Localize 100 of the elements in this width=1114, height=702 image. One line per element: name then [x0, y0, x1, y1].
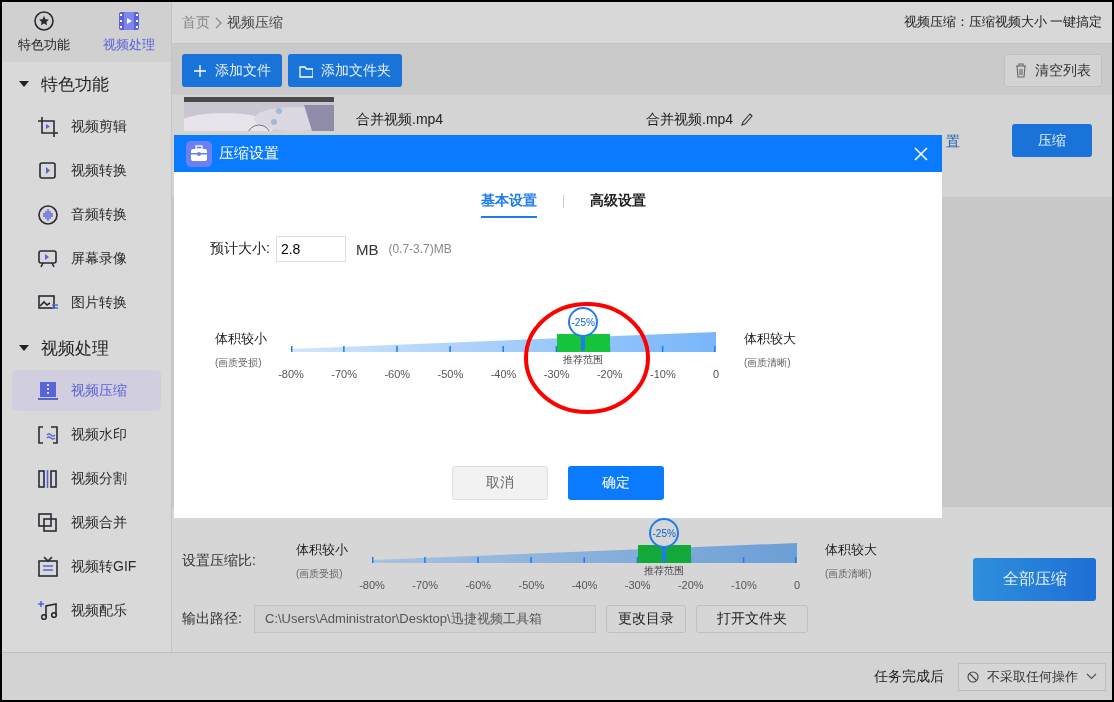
- sidebar-item[interactable]: 视频水印: [12, 414, 161, 455]
- slider-min-note: (画质受损): [215, 356, 263, 370]
- add-button[interactable]: 添加文件夹: [288, 54, 402, 87]
- prohibited-icon: [967, 670, 979, 683]
- tick-label: -50%: [437, 368, 464, 380]
- ratio-label: 设置压缩比:: [182, 551, 257, 570]
- tick-label: -70%: [331, 368, 357, 380]
- sidebar-item-label: 视频转GIF: [71, 557, 137, 576]
- tab[interactable]: 基本设置: [480, 192, 537, 218]
- tick-label: -80%: [278, 368, 304, 380]
- sidebar-item-label: 视频剪辑: [71, 117, 127, 136]
- size-field[interactable]: 2.8: [275, 236, 346, 262]
- group-header[interactable]: 特色功能: [2, 62, 171, 106]
- overlapping-squares-icon: [37, 511, 59, 534]
- sidebar-item-label: 屏幕录像: [71, 249, 127, 268]
- sidebar-item[interactable]: 视频转GIF: [12, 546, 161, 587]
- tick-label: -30%: [624, 579, 651, 591]
- output-path-field[interactable]: C:\Users\Administrator\Desktop\迅捷视频工具箱: [254, 605, 596, 633]
- slider-value-badge: -25%: [568, 307, 599, 337]
- tick-label: -70%: [412, 579, 438, 591]
- sidebar-tab[interactable]: 特色功能: [2, 2, 87, 62]
- sidebar-item[interactable]: 视频转换: [12, 150, 161, 191]
- sidebar-item[interactable]: 视频配乐: [12, 590, 161, 631]
- briefcase-icon: [186, 140, 212, 167]
- sidebar-item[interactable]: 视频分割: [12, 458, 161, 499]
- estimated-size-label: 预计大小:: [210, 240, 270, 258]
- sidebar-item[interactable]: 图片转换: [12, 282, 161, 323]
- sidebar-item[interactable]: 视频合并: [12, 502, 161, 543]
- group-header[interactable]: 视频处理: [2, 326, 171, 370]
- output-path-label: 输出路径:: [182, 610, 243, 628]
- slider-max-note: (画质清晰): [825, 567, 873, 581]
- after-task-label: 任务完成后: [874, 667, 944, 686]
- sidebar-item-label: 视频分割: [71, 469, 127, 488]
- compress-icon: [37, 379, 59, 402]
- output-file-name: 合并视频.mp4: [646, 111, 734, 129]
- screen-recorder-icon: [37, 247, 59, 270]
- header-tagline: 视频压缩：压缩视频大小 一键搞定: [903, 14, 1102, 31]
- confirm-button[interactable]: 确定: [568, 466, 664, 500]
- gif-tv-icon: [37, 555, 59, 578]
- tick-label: -10%: [650, 368, 676, 380]
- pencil-icon: [741, 113, 754, 127]
- tick-label: -20%: [596, 368, 623, 380]
- tick-label: -50%: [518, 579, 545, 591]
- convert-icon: [37, 159, 59, 182]
- caret-icon: [19, 80, 29, 88]
- recommended-range-label: 推荐范围: [562, 353, 605, 367]
- music-note-icon: [37, 599, 59, 622]
- plus-icon: [193, 63, 207, 78]
- tick-label: -20%: [677, 579, 704, 591]
- sidebar-item-label: 视频配乐: [71, 601, 127, 620]
- tick-label: -40%: [571, 579, 598, 591]
- slider-thumb[interactable]: [662, 548, 667, 562]
- slider-max-label: 体积较大: [744, 330, 797, 348]
- slider-max-label: 体积较大: [825, 541, 878, 559]
- tick-label: -60%: [384, 368, 411, 380]
- tick-label: -80%: [359, 579, 385, 591]
- recommended-range: [556, 334, 610, 352]
- after-task-dropdown[interactable]: 不采取任何操作: [958, 662, 1106, 691]
- settings-link[interactable]: 置: [946, 133, 960, 151]
- size-range: (0.7-3.7)MB: [388, 242, 452, 256]
- breadcrumb-link[interactable]: 视频压缩: [227, 13, 283, 32]
- chevron-down-icon: [1086, 673, 1097, 680]
- size-unit: MB: [355, 240, 379, 258]
- folder-icon: [299, 63, 313, 78]
- add-button[interactable]: 添加文件: [182, 54, 282, 87]
- clear-list-button[interactable]: 清空列表: [1004, 54, 1102, 87]
- recommended-range-label: 推荐范围: [643, 564, 686, 578]
- sidebar-item-label: 视频水印: [71, 425, 127, 444]
- change-directory-button[interactable]: 更改目录: [606, 605, 686, 633]
- slider-min-label: 体积较小: [215, 330, 268, 348]
- trash-icon: [1015, 63, 1027, 78]
- compress-button[interactable]: 压缩: [1012, 124, 1092, 157]
- tick-label: -40%: [490, 368, 517, 380]
- slider-max-note: (画质清晰): [744, 356, 792, 370]
- tab[interactable]: 高级设置: [589, 192, 646, 218]
- recommended-range: [637, 545, 691, 563]
- file-name: 合并视频.mp4: [356, 111, 445, 129]
- sidebar-item-label: 视频转换: [71, 161, 127, 180]
- slider-min-note: (画质受损): [296, 567, 344, 581]
- dialog-title: 压缩设置: [219, 144, 279, 163]
- tick-label: -60%: [465, 579, 492, 591]
- sidebar-item-label: 音频转换: [71, 205, 127, 224]
- split-icon: [37, 467, 59, 490]
- cancel-button[interactable]: 取消: [452, 466, 548, 500]
- sidebar-item[interactable]: 屏幕录像: [12, 238, 161, 279]
- sidebar-item-label: 视频合并: [71, 513, 127, 532]
- chevron-icon: [215, 16, 222, 29]
- caret-icon: [19, 344, 29, 352]
- open-folder-button[interactable]: 打开文件夹: [696, 605, 808, 633]
- compress-all-button[interactable]: 全部压缩: [973, 558, 1096, 601]
- group-label: 视频处理: [41, 337, 109, 360]
- slider-thumb[interactable]: [581, 337, 586, 351]
- sidebar-item-label: 图片转换: [71, 293, 127, 312]
- sidebar-item-label: 视频压缩: [71, 381, 127, 400]
- slider-value-badge: -25%: [649, 518, 680, 548]
- sidebar-item[interactable]: 视频剪辑: [12, 106, 161, 147]
- sidebar-item[interactable]: 音频转换: [12, 194, 161, 235]
- slider-min-label: 体积较小: [296, 541, 349, 559]
- group-label: 特色功能: [41, 73, 109, 96]
- crop-icon: [37, 115, 59, 138]
